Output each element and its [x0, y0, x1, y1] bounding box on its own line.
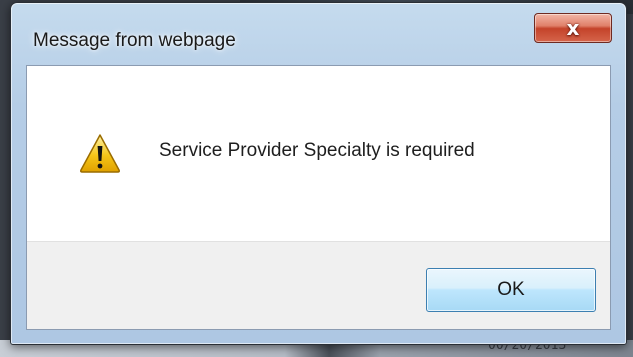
dialog-client-area: Service Provider Specialty is required O…: [26, 65, 611, 330]
dialog-titlebar[interactable]: Message from webpage x: [11, 3, 626, 63]
dialog-message: Service Provider Specialty is required: [159, 140, 475, 161]
close-icon: x: [566, 16, 580, 40]
dialog-button-bar: OK: [27, 241, 610, 329]
dialog-content: Service Provider Specialty is required: [27, 66, 610, 241]
close-button[interactable]: x: [534, 13, 612, 43]
dialog-title: Message from webpage: [33, 30, 236, 51]
ok-button[interactable]: OK: [426, 268, 596, 312]
warning-icon: [79, 134, 121, 173]
message-dialog: Message from webpage x Service Provider …: [10, 2, 627, 345]
